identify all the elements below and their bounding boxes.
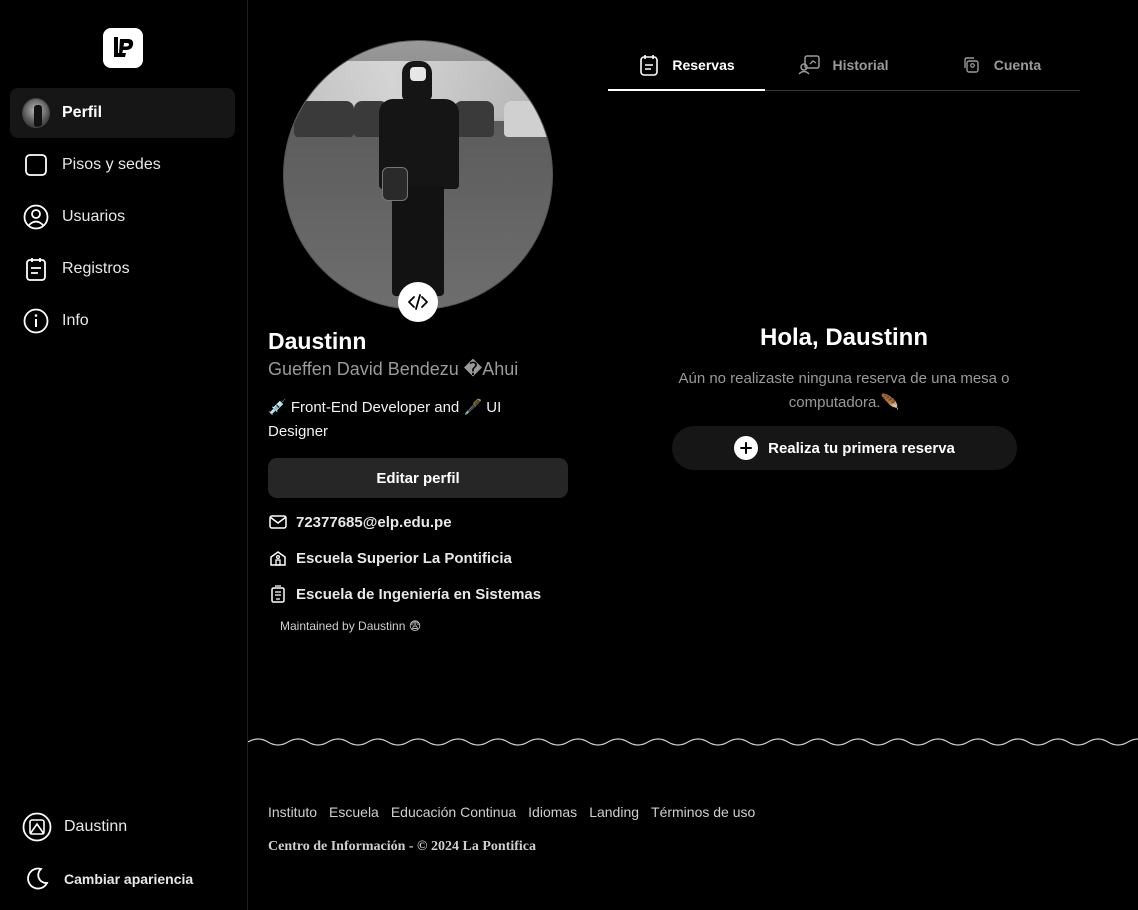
theme-toggle-label: Cambiar apariencia [64,871,194,887]
avatar [22,98,50,128]
footer-link-instituto[interactable]: Instituto [268,804,317,820]
footer-link-landing[interactable]: Landing [589,804,639,820]
copyright: Centro de Información - © 2024 La Pontif… [268,839,537,854]
plus-icon [734,436,759,460]
mail-icon [268,512,288,532]
maintained-by: Maintained by Daustinn 😨 [280,619,422,633]
profile-full-name: Gueffen David Bendezu �Ahui [268,359,519,379]
calendar-note-icon [638,54,660,76]
tabs: Reservas Historial Cuenta [608,40,1080,91]
sidebar-item-label: Usuarios [62,208,126,225]
code-icon [398,282,438,322]
wave-divider [248,738,1138,746]
tab-historial[interactable]: Historial [765,40,922,90]
building-icon [268,584,288,604]
profile-faculty: Escuela de Ingeniería en Sistemas [268,582,541,606]
tab-cuenta[interactable]: Cuenta [922,40,1079,90]
cta-label: Realiza tu primera reserva [768,439,955,457]
sidebar-item-usuarios[interactable]: Usuarios [10,192,235,242]
greeting: Hola, Daustinn [759,324,928,351]
edit-profile-button[interactable]: Editar perfil [268,458,568,498]
sidebar-item-label: Pisos y sedes [62,156,161,173]
sidebar-nav: Perfil Pisos y sedes Usuarios Registros … [10,88,235,348]
profile-bio: 💉 Front-End Developer and 🖋️ UI Designer [268,399,502,440]
sidebar-item-label: Perfil [62,104,103,121]
sidebar-item-label: Info [62,312,89,329]
user-circle-icon [22,203,50,231]
tab-label: Reservas [672,57,735,73]
theme-toggle[interactable]: Cambiar apariencia [10,860,235,898]
profile-school: Escuela Superior La Pontificia [268,546,512,570]
profile-photo[interactable] [283,40,553,310]
footer-link-educacion[interactable]: Educación Continua [391,804,516,820]
profile-photo-wrap [283,40,553,322]
lp-logo-icon[interactable] [103,28,143,68]
profile-email: 72377685@elp.edu.pe [268,510,452,534]
profile-faculty-text: Escuela de Ingeniería en Sistemas [296,585,542,603]
profile-username: Daustinn [268,328,367,354]
profile-email-text: 72377685@elp.edu.pe [296,513,452,531]
sidebar-item-perfil[interactable]: Perfil [10,88,235,138]
history-icon [798,54,821,76]
sidebar: Perfil Pisos y sedes Usuarios Registros … [0,0,248,910]
sidebar-user-label: Daustinn [64,818,128,835]
sidebar-item-registros[interactable]: Registros [10,244,235,294]
footer-links: Instituto Escuela Educación Continua Idi… [268,804,767,820]
footer-link-escuela[interactable]: Escuela [329,804,379,820]
tab-label: Historial [832,57,889,73]
footer-link-idiomas[interactable]: Idiomas [528,804,577,820]
sidebar-item-info[interactable]: Info [10,296,235,346]
sidebar-user[interactable]: Daustinn [10,806,235,848]
tab-label: Cuenta [993,57,1042,73]
profile-school-text: Escuela Superior La Pontificia [296,549,512,567]
first-reservation-button[interactable]: Realiza tu primera reserva [672,426,1017,470]
sidebar-item-pisos[interactable]: Pisos y sedes [10,140,235,190]
moon-icon [22,864,52,894]
footer-link-terminos[interactable]: Términos de uso [651,804,755,820]
clipboard-icon [22,255,50,283]
sidebar-item-label: Registros [62,260,130,277]
account-icon [960,54,982,76]
square-icon [22,151,50,179]
info-icon [22,307,50,335]
user-badge-icon [22,812,52,842]
school-icon [268,548,288,568]
tab-reservas[interactable]: Reservas [608,40,765,91]
empty-message: Aún no realizaste ninguna reserva de una… [678,370,1010,411]
